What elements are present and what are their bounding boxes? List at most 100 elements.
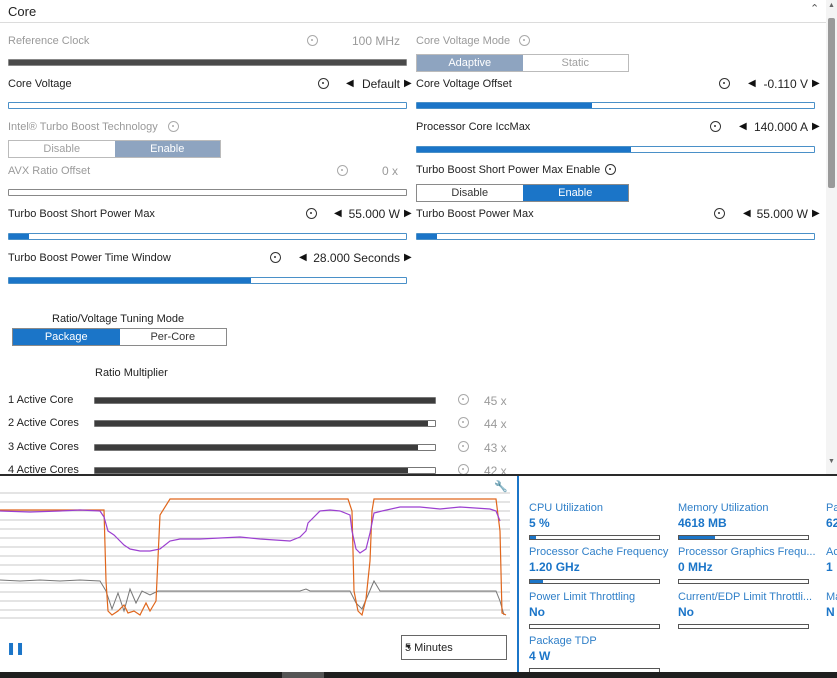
core-voltage-slider[interactable] xyxy=(8,102,407,109)
scrollbar-thumb[interactable] xyxy=(828,18,835,188)
turbo-boost-tech-enable: Enable xyxy=(114,141,220,157)
turbo-boost-tech-info-icon[interactable] xyxy=(168,121,179,132)
metric-clipped-1[interactable]: Pa 62 xyxy=(826,502,837,530)
active-core-1-slider-fill xyxy=(95,398,435,403)
active-core-3-label: 3 Active Cores xyxy=(8,441,79,453)
core-voltage-offset-info-icon[interactable] xyxy=(719,78,730,89)
turbo-time-window-label: Turbo Boost Power Time Window xyxy=(8,252,171,264)
metric-label: Memory Utilization xyxy=(678,502,769,514)
metric-label: Ma xyxy=(826,591,837,603)
metric-value: N xyxy=(826,605,835,619)
active-core-3-slider[interactable] xyxy=(94,444,436,451)
reference-clock-slider-fill xyxy=(9,60,406,65)
pause-icon[interactable]: ❚❚ xyxy=(6,641,25,655)
tuning-mode-package[interactable]: Package xyxy=(13,329,120,345)
core-voltage-offset-decrement-icon[interactable]: ◀ xyxy=(748,78,756,89)
turbo-time-window-slider[interactable] xyxy=(8,277,407,284)
taskbar xyxy=(0,672,837,678)
metric-clipped-3[interactable]: Ma N xyxy=(826,591,837,619)
metric-value: 4618 MB xyxy=(678,516,727,530)
tuning-mode-toggle[interactable]: Package Per-Core xyxy=(12,328,227,346)
metric-bar-fill xyxy=(530,580,543,583)
turbo-boost-tech-label: Intel® Turbo Boost Technology xyxy=(8,121,158,133)
scroll-down-arrow-icon[interactable]: ▼ xyxy=(828,458,835,465)
metric-memory-utilization[interactable]: Memory Utilization 4618 MB xyxy=(678,502,809,540)
tuning-mode-per-core[interactable]: Per-Core xyxy=(120,329,227,345)
core-voltage-offset-label: Core Voltage Offset xyxy=(416,78,512,90)
core-voltage-mode-label: Core Voltage Mode xyxy=(416,35,511,47)
core-voltage-increment-icon[interactable]: ▶ xyxy=(404,78,412,89)
turbo-power-max-info-icon[interactable] xyxy=(714,208,725,219)
turbo-short-enable-enable[interactable]: Enable xyxy=(522,185,628,201)
metric-value: No xyxy=(678,605,694,619)
turbo-time-window-increment-icon[interactable]: ▶ xyxy=(404,252,412,263)
metric-cpu-utilization[interactable]: CPU Utilization 5 % xyxy=(529,502,660,540)
active-core-3-info-icon[interactable] xyxy=(458,441,469,452)
metric-current-edp-limit-throttling[interactable]: Current/EDP Limit Throttli... No xyxy=(678,591,813,629)
core-voltage-label: Core Voltage xyxy=(8,78,72,90)
processor-core-iccmax-info-icon[interactable] xyxy=(710,121,721,132)
turbo-power-max-increment-icon[interactable]: ▶ xyxy=(812,208,820,219)
core-voltage-offset-slider[interactable] xyxy=(416,102,815,109)
active-core-4-slider[interactable] xyxy=(94,467,436,474)
time-range-select[interactable]: 5 Minutes ▼ xyxy=(401,635,507,660)
collapse-chevron-icon[interactable]: ⌃ xyxy=(810,2,819,15)
metric-value: 1 xyxy=(826,560,833,574)
metric-processor-cache-frequency[interactable]: Processor Cache Frequency 1.20 GHz xyxy=(529,546,669,584)
core-voltage-value: Default xyxy=(361,77,400,91)
turbo-short-power-max-slider-fill xyxy=(9,234,29,239)
core-voltage-offset-value: -0.110 V xyxy=(763,77,808,91)
metric-label: Current/EDP Limit Throttli... xyxy=(678,591,813,603)
turbo-short-power-max-slider[interactable] xyxy=(8,233,407,240)
core-voltage-info-icon[interactable] xyxy=(318,78,329,89)
active-core-2-slider[interactable] xyxy=(94,420,436,427)
metric-value: No xyxy=(529,605,545,619)
active-core-4-row-clipped: 4 Active Cores 42 x xyxy=(0,462,826,474)
metric-bar-fill xyxy=(530,536,537,539)
turbo-time-window-value: 28.000 Seconds xyxy=(313,251,400,265)
processor-core-iccmax-slider[interactable] xyxy=(416,146,815,153)
chart-settings-wrench-icon[interactable]: 🔧 xyxy=(494,480,508,493)
turbo-boost-tech-disable: Disable xyxy=(43,143,81,155)
turbo-power-max-slider[interactable] xyxy=(416,233,815,240)
vertical-scrollbar[interactable]: ▲ ▼ xyxy=(826,0,837,474)
metric-processor-graphics-frequency[interactable]: Processor Graphics Frequ... 0 MHz xyxy=(678,546,816,584)
taskbar-item[interactable] xyxy=(282,672,324,678)
core-voltage-decrement-icon[interactable]: ◀ xyxy=(346,78,354,89)
turbo-short-power-max-info-icon[interactable] xyxy=(306,208,317,219)
metric-label: Processor Cache Frequency xyxy=(529,546,669,558)
turbo-short-power-max-increment-icon[interactable]: ▶ xyxy=(404,208,412,219)
avx-ratio-offset-info-icon[interactable] xyxy=(337,165,348,176)
turbo-short-enable-disable[interactable]: Disable xyxy=(417,185,523,201)
metric-bar xyxy=(529,579,660,584)
turbo-time-window-info-icon[interactable] xyxy=(270,252,281,263)
turbo-time-window-decrement-icon[interactable]: ◀ xyxy=(299,252,307,263)
active-core-2-info-icon[interactable] xyxy=(458,417,469,428)
turbo-short-enable-info-icon[interactable] xyxy=(605,164,616,175)
core-voltage-offset-slider-fill xyxy=(417,103,592,108)
core-voltage-mode-info-icon[interactable] xyxy=(519,35,530,46)
processor-core-iccmax-decrement-icon[interactable]: ◀ xyxy=(739,121,747,132)
active-core-1-label: 1 Active Core xyxy=(8,394,74,406)
active-core-4-value: 42 x xyxy=(484,464,507,474)
metric-package-tdp[interactable]: Package TDP 4 W xyxy=(529,635,660,673)
core-voltage-mode-toggle: Adaptive Static xyxy=(416,54,629,72)
core-voltage-offset-increment-icon[interactable]: ▶ xyxy=(812,78,820,89)
metric-bar xyxy=(678,579,809,584)
reference-clock-info-icon[interactable] xyxy=(307,35,318,46)
scroll-up-arrow-icon[interactable]: ▲ xyxy=(828,2,835,9)
turbo-short-enable-toggle[interactable]: Disable Enable xyxy=(416,184,629,202)
active-core-1-info-icon[interactable] xyxy=(458,394,469,405)
active-core-3-value: 43 x xyxy=(484,441,507,455)
processor-core-iccmax-increment-icon[interactable]: ▶ xyxy=(812,121,820,132)
metric-value: 4 W xyxy=(529,649,551,663)
section-header[interactable]: Core ⌃ xyxy=(0,0,837,23)
active-core-4-info-icon[interactable] xyxy=(458,464,469,474)
turbo-power-max-decrement-icon[interactable]: ◀ xyxy=(743,208,751,219)
metric-value: 62 xyxy=(826,516,837,530)
turbo-short-power-max-decrement-icon[interactable]: ◀ xyxy=(334,208,342,219)
metric-clipped-2[interactable]: Ac 1 xyxy=(826,546,837,574)
active-core-2-slider-fill xyxy=(95,421,429,426)
active-core-1-slider[interactable] xyxy=(94,397,436,404)
metric-power-limit-throttling[interactable]: Power Limit Throttling No xyxy=(529,591,660,629)
